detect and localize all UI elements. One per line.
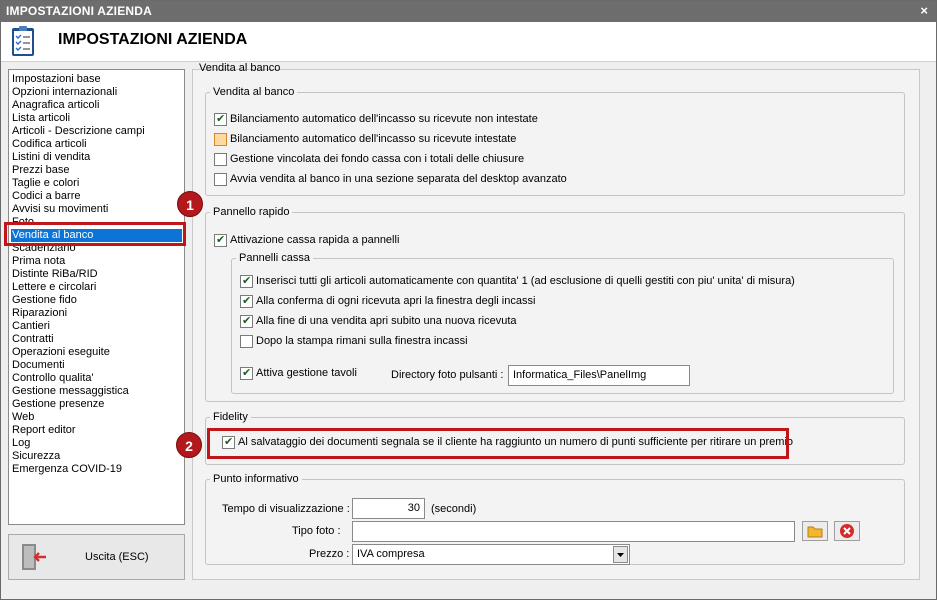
checkbox-gestione-tavoli[interactable] [240,366,253,380]
sidebar-item[interactable]: Operazioni eseguite [12,346,110,359]
exit-button-label: Uscita (ESC) [85,551,149,563]
sidebar-item[interactable]: Prima nota [12,255,65,268]
sidebar-item[interactable]: Emergenza COVID-19 [12,463,122,476]
sidebar-item[interactable]: Distinte RiBa/RID [12,268,98,281]
sidebar-item[interactable]: Opzioni internazionali [12,86,117,99]
option-label: Bilanciamento automatico dell'incasso su… [230,113,538,125]
highlight-sidebar-selection [4,222,186,246]
sidebar-item[interactable]: Web [12,411,34,424]
checkbox-bilanciamento-intestate[interactable] [214,133,227,146]
tempo-input[interactable]: 30 [352,498,425,519]
checkbox-sezione-separata[interactable] [214,173,227,186]
title-bar: IMPOSTAZIONI AZIENDA × [1,1,936,22]
sidebar-item[interactable]: Avvisi su movimenti [12,203,108,216]
sidebar-item[interactable]: Prezzi base [12,164,69,177]
checkbox-attivazione-cassa-rapida[interactable] [214,233,227,247]
page-header: IMPOSTAZIONI AZIENDA [1,22,936,62]
settings-category-list[interactable]: Impostazioni base Opzioni internazionali… [8,69,185,525]
option-label: Attiva gestione tavoli [256,367,357,379]
sidebar-item[interactable]: Cantieri [12,320,50,333]
checkbox-bilanciamento-non-intestate[interactable] [214,112,227,126]
sidebar-item[interactable]: Impostazioni base [12,73,101,86]
option-label: Avvia vendita al banco in una sezione se… [230,173,567,185]
sidebar-item[interactable]: Gestione messaggistica [12,385,129,398]
exit-button[interactable]: Uscita (ESC) [8,534,185,580]
tipo-foto-input[interactable] [352,521,795,542]
clipboard-checklist-icon [12,26,34,56]
page-title: IMPOSTAZIONI AZIENDA [58,31,248,48]
sidebar-item[interactable]: Log [12,437,30,450]
sidebar-item[interactable]: Gestione presenze [12,398,104,411]
option-label: Alla conferma di ogni ricevuta apri la f… [256,295,536,307]
exit-door-icon [22,544,46,570]
main-panel: Vendita al banco Vendita al banco Bilanc… [192,62,920,580]
sidebar-item[interactable]: Listini di vendita [12,151,90,164]
close-icon[interactable]: × [920,3,928,18]
sidebar-item[interactable]: Codifica articoli [12,138,87,151]
checkbox-finestra-incassi[interactable] [240,294,253,308]
option-label: Gestione vincolata dei fondo cassa con i… [230,153,525,165]
highlight-fidelity-option [207,428,789,459]
option-label: Attivazione cassa rapida a pannelli [230,234,400,246]
checkbox-gestione-vincolata[interactable] [214,153,227,166]
pannello-rapido-title: Pannello rapido [213,206,290,218]
sidebar-item[interactable]: Lettere e circolari [12,281,96,294]
checkbox-rimani-incassi[interactable] [240,335,253,348]
prezzo-select[interactable]: IVA compresa [352,544,630,565]
chevron-down-icon [617,553,624,557]
browse-folder-button[interactable] [802,521,828,541]
tempo-label: Tempo di visualizzazione : [222,503,350,515]
checkbox-inserisci-quantita[interactable] [240,274,253,288]
fidelity-title: Fidelity [213,411,248,423]
tempo-unit: (secondi) [431,503,477,515]
prezzo-label: Prezzo : [309,548,350,560]
dropdown-arrow-button[interactable] [613,546,628,563]
outer-group-title: Vendita al banco [199,62,281,74]
sidebar-item[interactable]: Gestione fido [12,294,77,307]
clear-button[interactable] [834,521,860,541]
settings-window: IMPOSTAZIONI AZIENDA × IMPOSTAZIONI AZIE… [0,0,937,600]
sidebar-item[interactable]: Documenti [12,359,65,372]
delete-icon [840,524,854,538]
sidebar-item[interactable]: Sicurezza [12,450,60,463]
directory-label: Directory foto pulsanti : [391,369,504,381]
window-title: IMPOSTAZIONI AZIENDA [6,4,152,18]
sidebar-item[interactable]: Report editor [12,424,76,437]
annotation-badge-2: 2 [176,432,202,458]
sidebar-item[interactable]: Articoli - Descrizione campi [12,125,145,138]
sidebar-item[interactable]: Codici a barre [12,190,80,203]
checkbox-nuova-ricevuta[interactable] [240,314,253,328]
option-label: Dopo la stampa rimani sulla finestra inc… [256,335,468,347]
directory-foto-input[interactable]: Informatica_Files\PanelImg [508,365,690,386]
sidebar-item[interactable]: Contratti [12,333,54,346]
sidebar-item[interactable]: Controllo qualita' [12,372,94,385]
tipo-foto-label: Tipo foto : [292,525,341,537]
option-label: Inserisci tutti gli articoli automaticam… [256,275,795,287]
vendita-group-title: Vendita al banco [213,86,295,98]
annotation-badge-1: 1 [177,191,203,217]
sidebar-item[interactable]: Taglie e colori [12,177,79,190]
punto-informativo-title: Punto informativo [213,473,299,485]
folder-icon [807,526,823,538]
sidebar-item[interactable]: Riparazioni [12,307,67,320]
option-label: Alla fine di una vendita apri subito una… [256,315,517,327]
pannelli-cassa-title: Pannelli cassa [239,252,310,264]
sidebar-item[interactable]: Lista articoli [12,112,70,125]
option-label: Bilanciamento automatico dell'incasso su… [230,133,517,145]
sidebar-item[interactable]: Anagrafica articoli [12,99,99,112]
